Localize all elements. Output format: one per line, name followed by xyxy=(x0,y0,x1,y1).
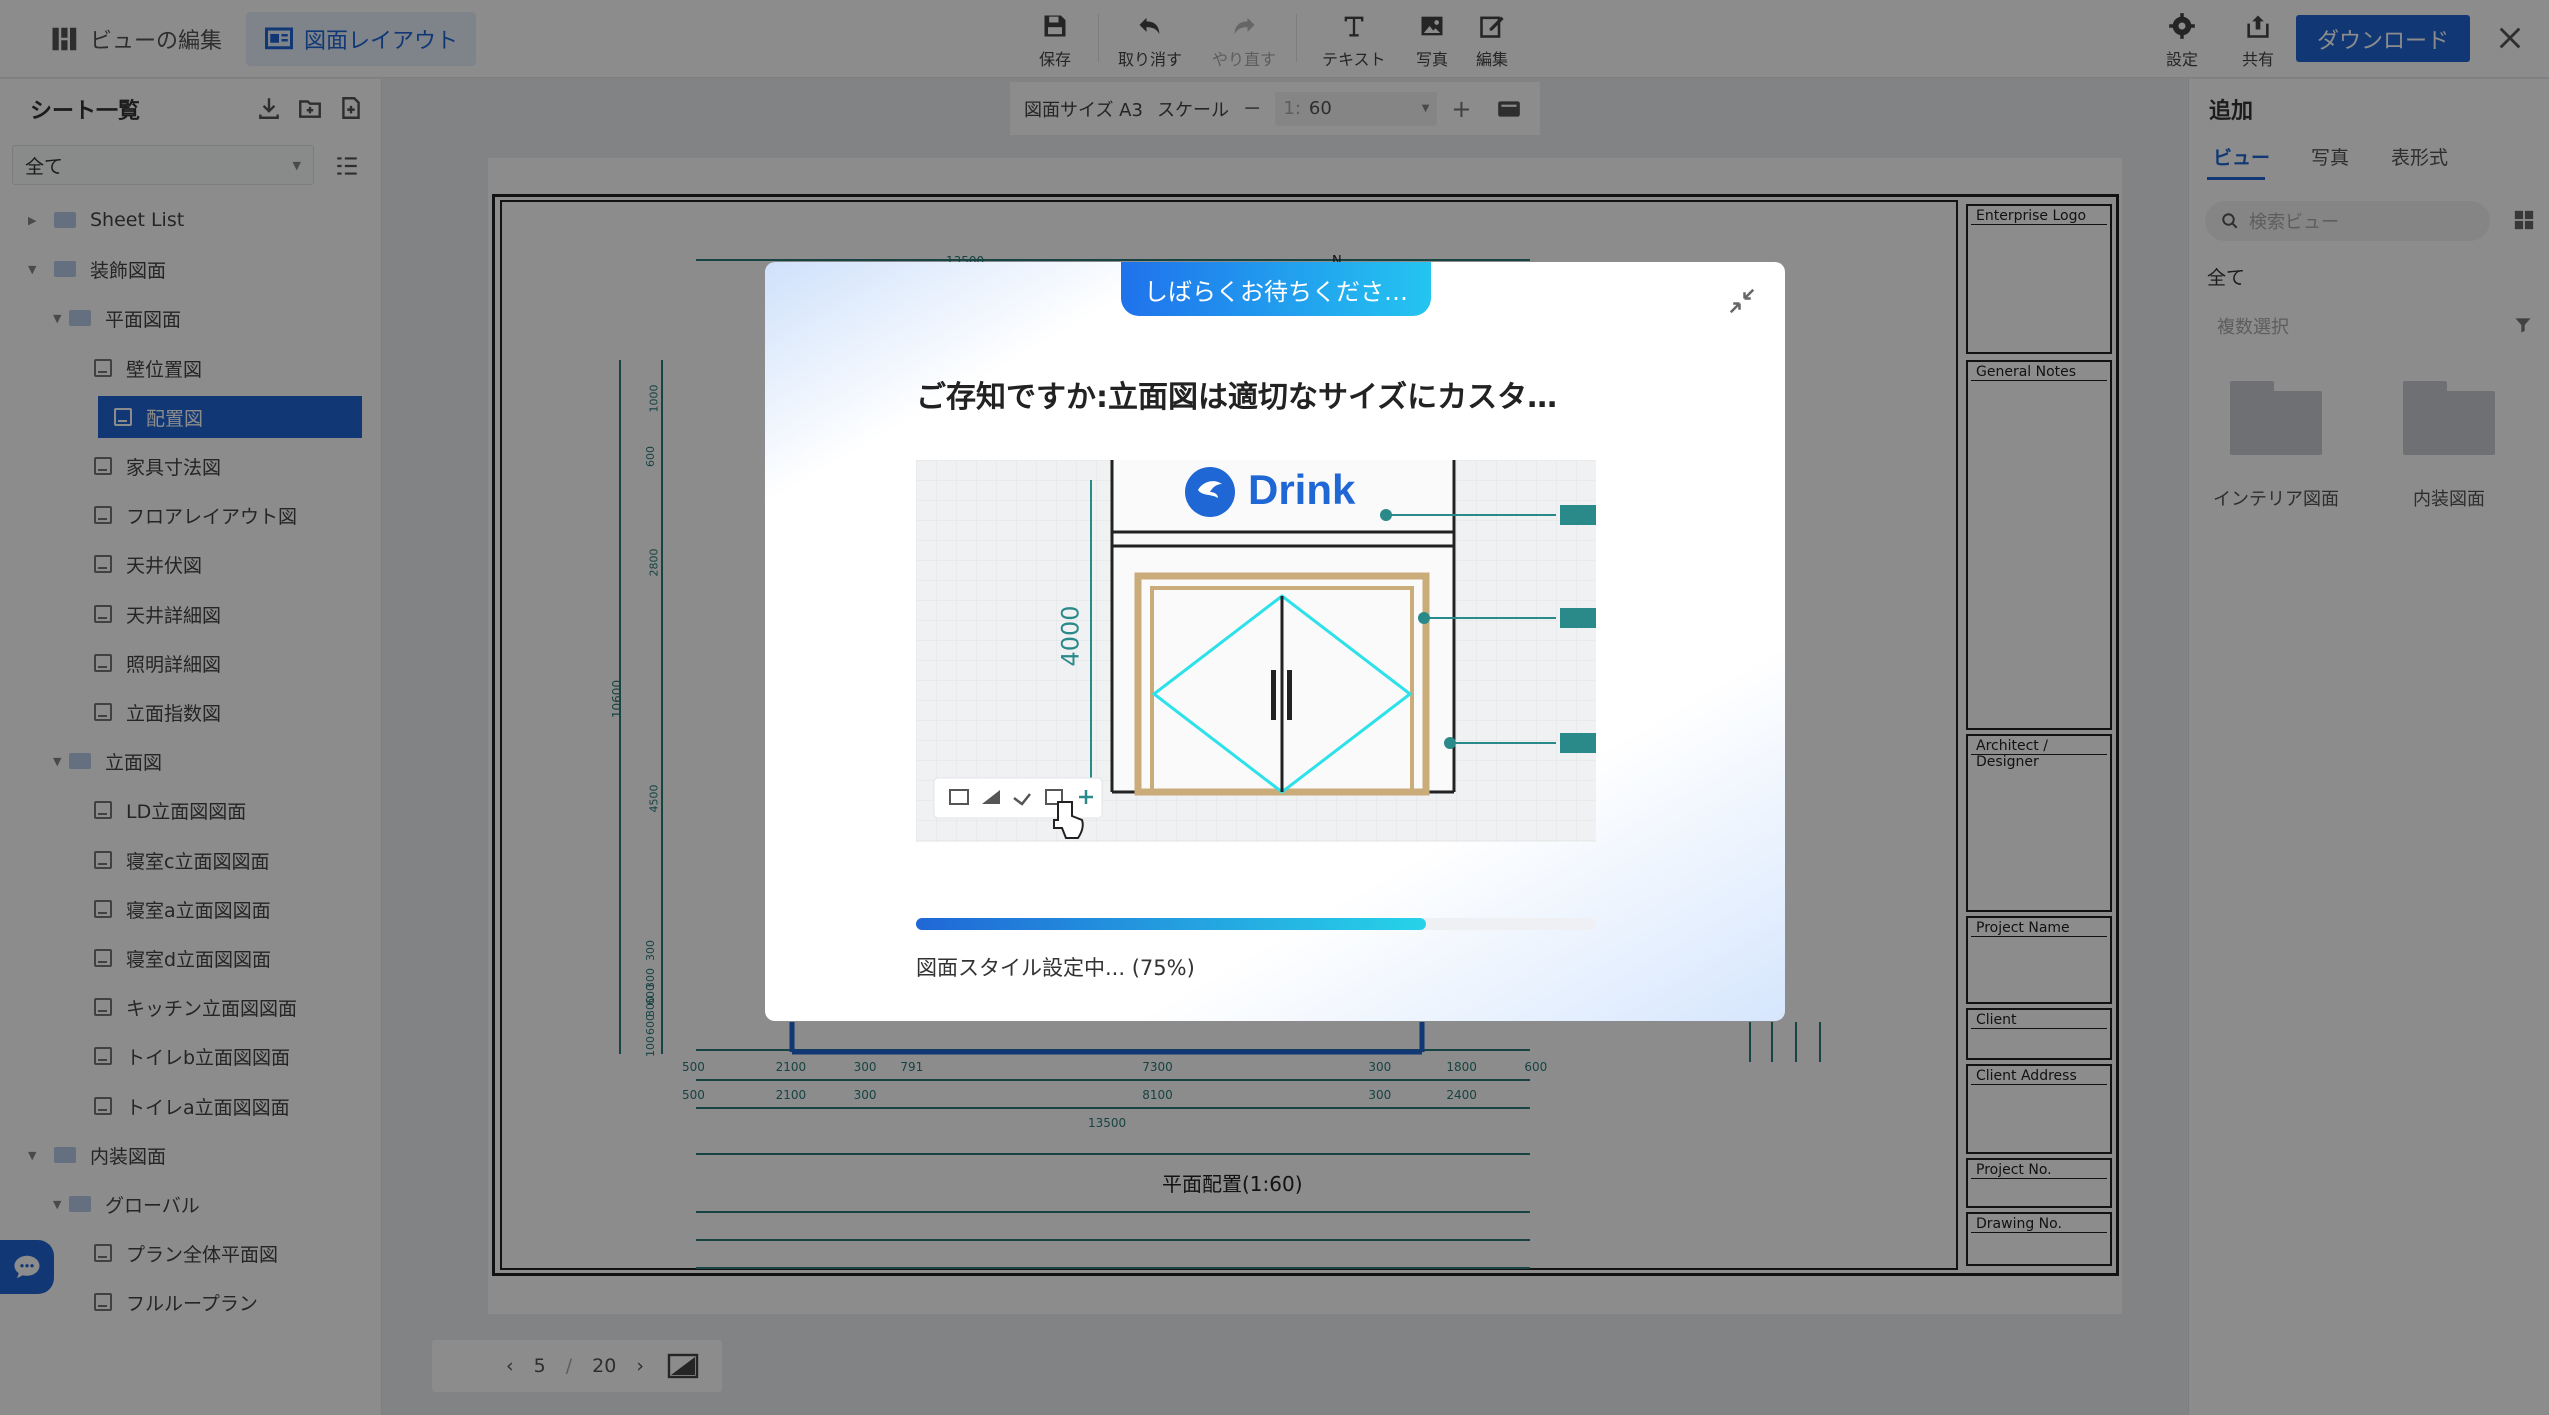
elevation-illustration xyxy=(916,460,1596,842)
tip-illustration: Drink 4000 xyxy=(916,460,1596,842)
illustration-brand-text: Drink xyxy=(1248,466,1356,513)
loading-tips-modal: しばらくお待ちくださ… ご存知ですか:立面図は適切なサイズにカスタ… Drink… xyxy=(765,262,1785,1021)
tip-title: ご存知ですか:立面図は適切なサイズにカスタ… xyxy=(916,380,1558,415)
progress-status-text: 図面スタイル設定中... (75%) xyxy=(916,956,1195,980)
collapse-icon[interactable] xyxy=(1727,286,1757,316)
illustration-dimension: 4000 xyxy=(1056,605,1085,667)
please-wait-badge: しばらくお待ちくださ… xyxy=(1121,262,1431,316)
app-window: ビューの編集 図面レイアウト 保存 取り消す やり直す テキスト 写真 編集 設… xyxy=(0,0,2549,1415)
progress-bar xyxy=(916,918,1596,930)
modal-backdrop: しばらくお待ちくださ… ご存知ですか:立面図は適切なサイズにカスタ… Drink… xyxy=(0,0,2549,1415)
progress-bar-fill xyxy=(916,918,1426,930)
